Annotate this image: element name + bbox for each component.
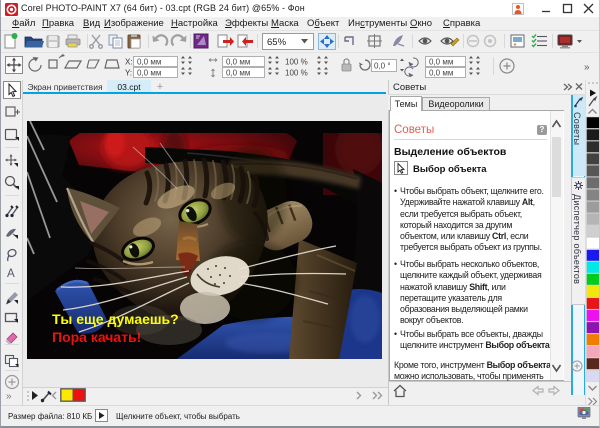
svg-text:0,0 °: 0,0 ° [374,62,391,71]
svg-text:Y:: Y: [125,69,132,78]
svg-text:Пора качать!: Пора качать! [52,329,141,345]
svg-text:0,0 мм: 0,0 мм [226,58,250,67]
svg-text:»: » [6,391,12,402]
svg-text:0,0 мм: 0,0 мм [429,58,453,67]
svg-text:100 %: 100 % [285,69,308,78]
svg-text:Ты еще думаешь?: Ты еще думаешь? [52,311,179,327]
svg-text:»: » [584,62,590,73]
svg-text:A: A [7,268,15,280]
svg-text:0,0 мм: 0,0 мм [137,69,161,78]
svg-text:0,0 мм: 0,0 мм [226,69,250,78]
svg-text:X:: X: [125,58,133,67]
svg-text:100 %: 100 % [285,58,308,67]
svg-text:65%: 65% [267,37,287,48]
svg-text:0,0 мм: 0,0 мм [137,58,161,67]
svg-text:0,0 мм: 0,0 мм [429,69,453,78]
